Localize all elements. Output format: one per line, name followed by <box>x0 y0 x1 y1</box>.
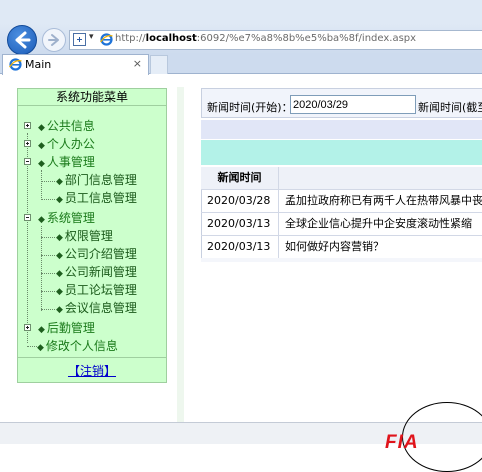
start-date-label: 新闻时间(开始)： <box>207 101 293 114</box>
column-header-title[interactable] <box>279 167 482 190</box>
forward-button[interactable] <box>42 28 66 52</box>
sidebar-menu: 系统功能菜单 ◆ 公共信息 ◆ 个人办公 ◆ 人事管理 ◆ 部门信息管理 ◆ 员工信息管理… <box>17 88 167 383</box>
sidebar-title: 系统功能菜单 <box>18 89 166 106</box>
table-row[interactable]: 2020/03/28 孟加拉政府称已有两千人在热带风暴中丧生 <box>201 190 482 213</box>
start-date-input[interactable] <box>290 95 416 114</box>
filter-bar: 新闻时间(开始)： 新闻时间(截至 <box>201 88 482 118</box>
tab-main[interactable]: Main × <box>2 54 149 75</box>
sidebar-item-logistics[interactable]: ◆ 后勤管理 <box>18 319 95 337</box>
diamond-icon: ◆ <box>37 343 44 353</box>
expand-icon[interactable] <box>24 122 31 129</box>
new-tab-button[interactable] <box>150 55 168 74</box>
news-date: 2020/03/13 <box>201 236 279 259</box>
news-date: 2020/03/13 <box>201 213 279 236</box>
news-title[interactable]: 全球企业信心提升中企安度滚动性紧缩 <box>279 213 482 236</box>
ie-logo-icon <box>100 33 113 46</box>
tree-line <box>41 226 42 311</box>
close-icon[interactable]: × <box>133 57 142 70</box>
expand-icon[interactable] <box>24 140 31 147</box>
diamond-icon: ◆ <box>38 159 45 169</box>
news-title[interactable]: 孟加拉政府称已有两千人在热带风暴中丧生 <box>279 190 482 213</box>
sidebar-item-public-info[interactable]: ◆ 公共信息 <box>18 117 95 135</box>
collapse-icon[interactable] <box>24 158 31 165</box>
news-date: 2020/03/28 <box>201 190 279 213</box>
sidebar-item-permissions[interactable]: ◆ 权限管理 <box>56 227 113 245</box>
address-bar[interactable]: ▾ http://localhost:6092/%e7%a8%8b%e5%ba%… <box>69 30 482 50</box>
table-row[interactable]: 2020/03/13 如何做好内容营销？ <box>201 236 482 259</box>
table-row[interactable]: 2020/03/13 全球企业信心提升中企安度滚动性紧缩 <box>201 213 482 236</box>
url-text: http://localhost:6092/%e7%a8%8b%e5%ba%8f… <box>115 33 417 44</box>
sidebar-item-edit-profile[interactable]: ◆ 修改个人信息 <box>37 337 118 355</box>
back-button[interactable] <box>7 25 37 55</box>
sidebar-item-company-intro[interactable]: ◆ 公司介绍管理 <box>56 245 137 263</box>
sidebar-item-system[interactable]: ◆ 系统管理 <box>18 209 95 227</box>
tree-line <box>41 309 55 310</box>
sidebar-item-company-news[interactable]: ◆ 公司新闻管理 <box>56 263 137 281</box>
tree-line <box>41 181 55 182</box>
tree-line <box>41 237 55 238</box>
table-header-row: 新闻时间 <box>201 167 482 190</box>
diamond-icon: ◆ <box>56 195 63 205</box>
sidebar-item-employee-info[interactable]: ◆ 员工信息管理 <box>56 189 137 207</box>
end-date-label: 新闻时间(截至 <box>418 101 482 114</box>
logout-link[interactable]: 【注销】 <box>18 362 166 379</box>
toolbar-band <box>201 120 482 139</box>
tree-line <box>41 273 55 274</box>
watermark-logo: FIA <box>385 432 419 453</box>
window-titlebar <box>0 0 482 24</box>
chevron-down-icon[interactable]: ▾ <box>89 32 94 42</box>
tab-title: Main <box>25 58 52 71</box>
divider <box>18 357 166 358</box>
sidebar-item-hr[interactable]: ◆ 人事管理 <box>18 153 95 171</box>
sidebar-item-dept-info[interactable]: ◆ 部门信息管理 <box>56 171 137 189</box>
tree-line <box>41 255 55 256</box>
forward-arrow-icon <box>48 34 59 46</box>
table-footer <box>201 258 482 262</box>
tree-line <box>41 291 55 292</box>
sidebar-item-personal-office[interactable]: ◆ 个人办公 <box>18 135 95 153</box>
collapse-icon[interactable] <box>24 214 31 221</box>
frame-divider <box>177 87 184 422</box>
news-panel: 新闻时间(开始)： 新闻时间(截至 新闻时间 2020/03/28 孟加拉政府称… <box>201 88 482 263</box>
ie-tab-icon <box>9 58 22 71</box>
header-band <box>201 140 482 165</box>
tree-line <box>27 346 37 347</box>
column-header-date[interactable]: 新闻时间 <box>201 167 279 190</box>
expand-icon[interactable] <box>24 324 31 331</box>
diamond-icon: ◆ <box>38 215 45 225</box>
news-title[interactable]: 如何做好内容营销？ <box>279 236 482 259</box>
sidebar-item-forum[interactable]: ◆ 员工论坛管理 <box>56 281 137 299</box>
sidebar-item-meetings[interactable]: ◆ 会议信息管理 <box>56 299 137 317</box>
diamond-icon: ◆ <box>56 305 63 315</box>
back-arrow-icon <box>15 31 31 49</box>
tree-line <box>41 199 55 200</box>
compatibility-view-icon[interactable] <box>73 33 86 46</box>
tree-line <box>41 170 42 200</box>
